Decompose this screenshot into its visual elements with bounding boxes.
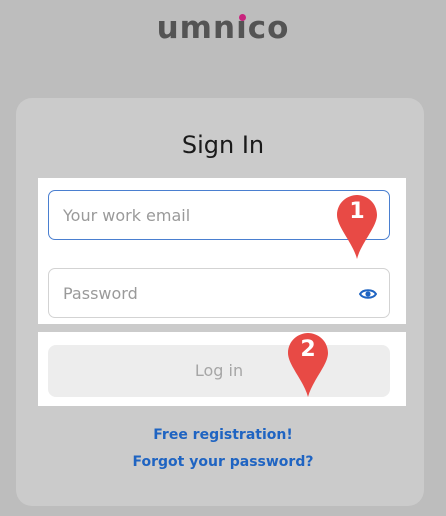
free-registration-link[interactable]: Free registration! bbox=[0, 427, 446, 443]
login-button[interactable]: Log in bbox=[48, 345, 390, 397]
marker-1-number: 1 bbox=[349, 199, 365, 224]
umnico-logo: umnı co bbox=[0, 10, 446, 46]
password-field[interactable] bbox=[48, 268, 390, 318]
forgot-password-link[interactable]: Forgot your password? bbox=[0, 454, 446, 470]
logo-letter-i: ı bbox=[236, 10, 248, 46]
logo-text-start: umn bbox=[156, 10, 237, 46]
password-input[interactable] bbox=[49, 269, 389, 317]
logo-text-end: co bbox=[247, 10, 290, 46]
logo-dot bbox=[238, 14, 246, 21]
annotation-marker-2: 2 bbox=[284, 333, 332, 397]
annotation-marker-1: 1 bbox=[333, 195, 381, 259]
page-title: Sign In bbox=[181, 131, 265, 159]
marker-2-number: 2 bbox=[300, 337, 316, 362]
eye-icon[interactable] bbox=[358, 286, 378, 300]
